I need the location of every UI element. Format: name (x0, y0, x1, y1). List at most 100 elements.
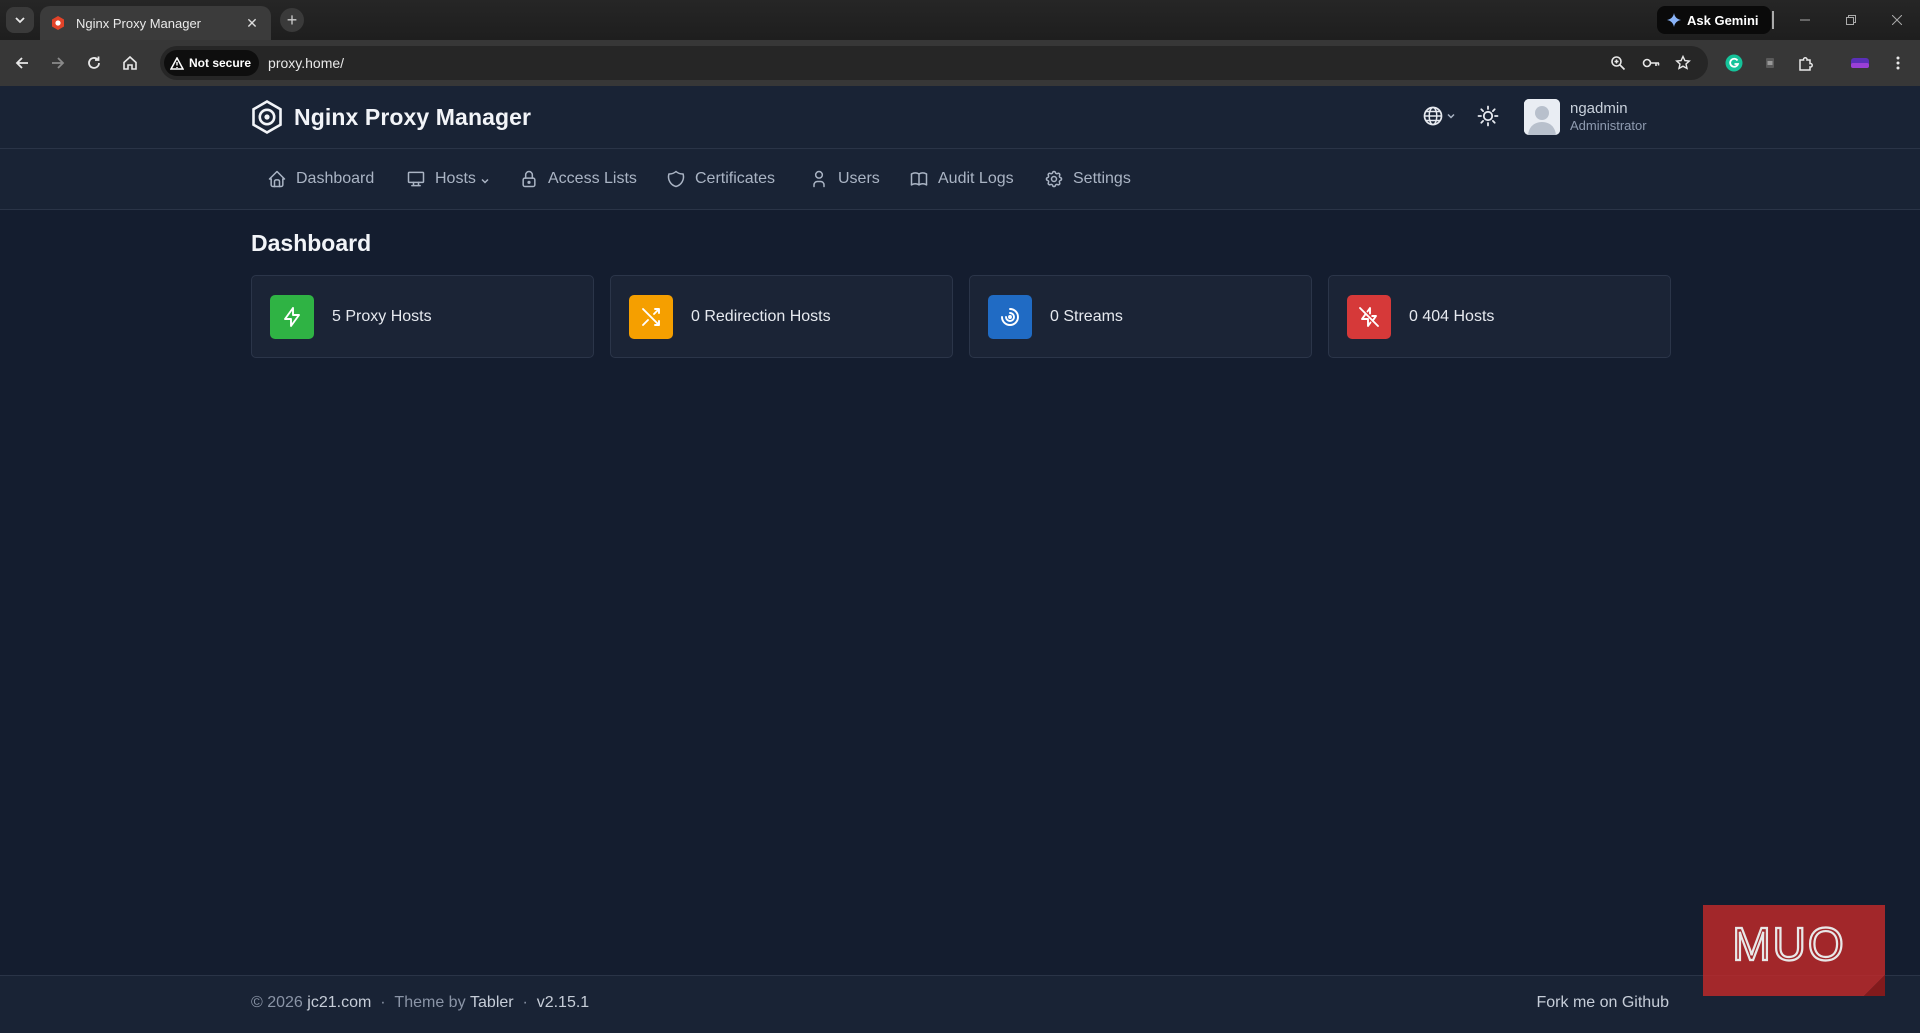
nav-label: Users (838, 170, 880, 187)
url-text[interactable]: proxy.home/ (268, 55, 344, 71)
browser-tab[interactable]: Nginx Proxy Manager ✕ (40, 6, 271, 40)
arrow-left-icon (15, 57, 28, 69)
more-vertical-icon (1896, 56, 1900, 70)
theme-by-text: Theme by (394, 994, 471, 1011)
bolt-off-icon (1359, 306, 1379, 327)
nav-item-audit-logs[interactable]: Audit Logs (909, 149, 1014, 209)
bolt-icon (284, 306, 300, 327)
proxy-hosts-card[interactable]: 5 Proxy Hosts (251, 275, 594, 358)
grammarly-icon (1725, 54, 1743, 72)
profile-avatar-icon (1851, 58, 1869, 68)
minimize-icon (1800, 19, 1810, 21)
stream-icon (1001, 307, 1019, 326)
warning-icon (170, 56, 184, 70)
minimize-button[interactable] (1782, 0, 1828, 40)
muo-watermark-logo: MUO (1703, 905, 1885, 996)
tab-title: Nginx Proxy Manager (76, 15, 201, 31)
language-switcher[interactable] (1422, 105, 1456, 127)
card-label: 0 404 Hosts (1409, 307, 1495, 325)
close-icon (1892, 15, 1902, 25)
puzzle-icon (1799, 57, 1813, 71)
redirection-hosts-card[interactable]: 0 Redirection Hosts (610, 275, 953, 358)
reload-button[interactable] (82, 51, 106, 75)
nav-item-access-lists[interactable]: Access Lists (519, 149, 637, 209)
copyright-text: © 2026 (251, 994, 308, 1011)
toolbar-divider (1772, 11, 1774, 29)
back-button[interactable] (10, 51, 34, 75)
footer-separator: · (371, 994, 395, 1011)
bookmark-button[interactable] (1672, 52, 1694, 74)
npm-logo-icon (252, 100, 282, 134)
tab-search-button[interactable] (6, 7, 34, 33)
user-name: ngadmin (1570, 100, 1628, 117)
card-icon-badge (988, 294, 1032, 339)
nav-item-hosts[interactable]: Hosts (406, 149, 490, 209)
github-link[interactable]: Fork me on Github (1537, 994, 1670, 1012)
extensions-menu-button[interactable] (1794, 51, 1818, 75)
browser-tab-strip: Nginx Proxy Manager ✕ + Ask Gemini (0, 0, 1920, 40)
jc21-link[interactable]: jc21.com (307, 994, 371, 1012)
passwords-button[interactable] (1640, 52, 1662, 74)
home-button[interactable] (118, 51, 142, 75)
profile-button[interactable] (1848, 51, 1872, 75)
globe-icon (1423, 106, 1443, 126)
home-icon (268, 170, 286, 188)
ask-gemini-button[interactable]: Ask Gemini (1657, 6, 1771, 34)
chevron-down-icon (1447, 113, 1455, 119)
user-icon (813, 170, 825, 188)
page-title: Dashboard (251, 230, 372, 256)
avatar (1524, 99, 1560, 135)
streams-card[interactable]: 0 Streams (969, 275, 1312, 358)
address-bar[interactable]: Not secure proxy.home/ (160, 46, 1708, 80)
tab-close-icon[interactable]: ✕ (243, 14, 261, 32)
browser-toolbar: Not secure proxy.home/ (0, 40, 1920, 86)
forward-button[interactable] (46, 51, 70, 75)
nav-item-dashboard[interactable]: Dashboard (267, 149, 374, 209)
default-avatar-icon (1524, 99, 1560, 135)
shield-icon (667, 170, 685, 188)
user-menu[interactable]: ngadmin Administrator (1524, 99, 1647, 135)
home-icon (123, 55, 137, 70)
app-header: Nginx Proxy Manager ngadmin Administrato… (0, 86, 1920, 149)
nav-label: Settings (1073, 170, 1131, 187)
close-window-button[interactable] (1874, 0, 1920, 40)
card-icon-badge (1347, 294, 1391, 339)
browser-menu-button[interactable] (1886, 51, 1910, 75)
restore-button[interactable] (1828, 0, 1874, 40)
gear-icon (1045, 170, 1063, 188)
extension-button[interactable] (1758, 51, 1782, 75)
card-label: 5 Proxy Hosts (332, 307, 432, 325)
shuffle-icon (642, 307, 660, 326)
nav-item-certificates[interactable]: Certificates (666, 149, 775, 209)
card-label: 0 Redirection Hosts (691, 307, 831, 325)
user-role: Administrator (1570, 118, 1647, 133)
grammarly-extension-button[interactable] (1722, 51, 1746, 75)
star-icon (1675, 55, 1691, 70)
book-icon (910, 172, 928, 186)
new-tab-button[interactable]: + (280, 8, 304, 32)
main-nav: Dashboard Hosts Access Lists Certificate… (0, 149, 1920, 210)
nav-label: Hosts (435, 170, 476, 187)
nav-label: Audit Logs (938, 170, 1014, 187)
card-label: 0 Streams (1050, 307, 1123, 325)
restore-icon (1846, 15, 1856, 25)
tabler-link[interactable]: Tabler (470, 994, 514, 1012)
card-icon-badge (270, 294, 314, 339)
footer-separator: · (513, 994, 537, 1011)
lock-icon (522, 170, 536, 188)
brand-name: Nginx Proxy Manager (294, 103, 532, 130)
not-secure-chip[interactable]: Not secure (164, 50, 260, 76)
page-footer: © 2026 jc21.com · Theme by Tabler · v2.1… (0, 975, 1920, 1033)
ask-gemini-label: Ask Gemini (1687, 12, 1759, 28)
404-hosts-card[interactable]: 0 404 Hosts (1328, 275, 1671, 358)
brand-link[interactable]: Nginx Proxy Manager (251, 100, 531, 134)
not-secure-label: Not secure (189, 56, 252, 70)
theme-toggle[interactable] (1476, 104, 1500, 128)
nav-item-settings[interactable]: Settings (1044, 149, 1131, 209)
zoom-icon (1611, 56, 1626, 71)
nav-item-users[interactable]: Users (809, 149, 880, 209)
zoom-button[interactable] (1607, 52, 1629, 74)
version-link[interactable]: v2.15.1 (537, 994, 589, 1012)
npm-favicon-icon (52, 16, 64, 30)
footer-credits: © 2026 jc21.com · Theme by Tabler · v2.1… (251, 994, 589, 1012)
